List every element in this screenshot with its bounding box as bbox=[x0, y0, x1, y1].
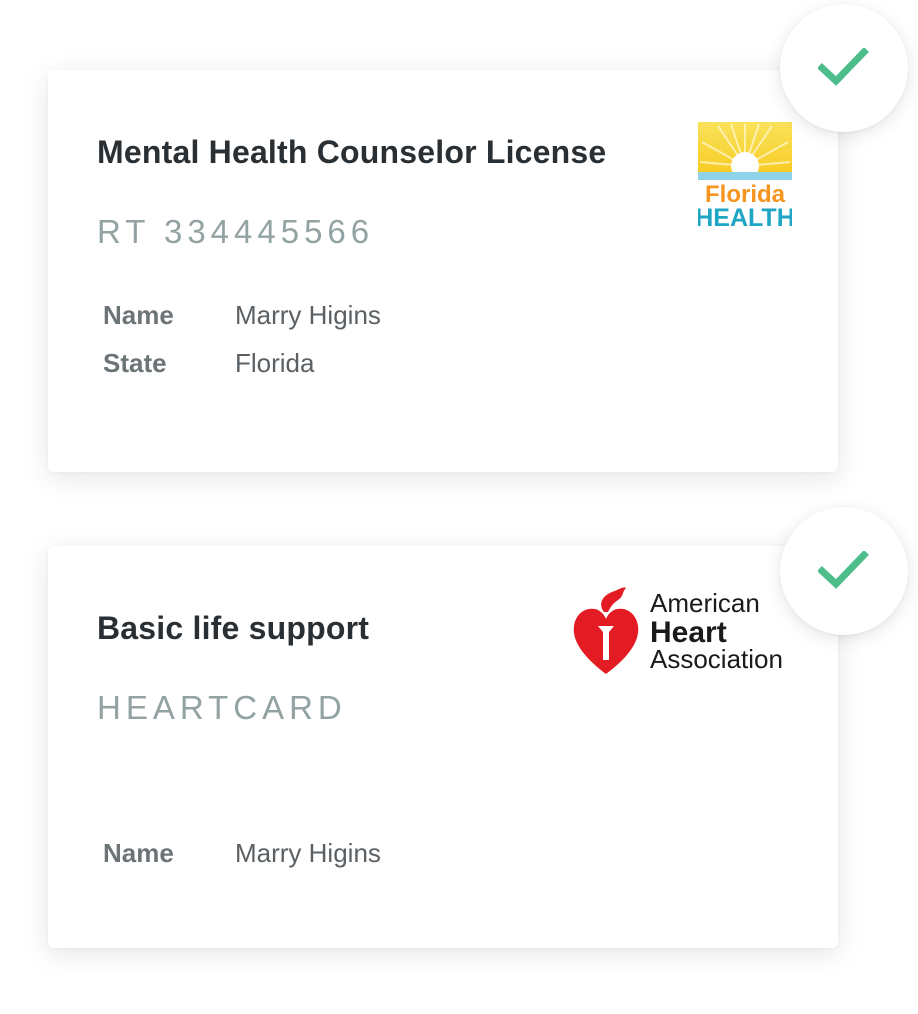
field-value-state: Florida bbox=[235, 348, 315, 378]
health-logo-text: HEALTH bbox=[698, 204, 792, 228]
certification-code: HEARTCARD bbox=[97, 689, 347, 726]
card-title: Mental Health Counselor License bbox=[97, 134, 607, 170]
license-card-mental-health[interactable]: Mental Health Counselor License RT 33444… bbox=[48, 70, 838, 472]
checkmark-icon bbox=[818, 551, 869, 589]
certification-card-bls[interactable]: Basic life support HEARTCARD American He… bbox=[48, 546, 838, 948]
card-title: Basic life support bbox=[97, 610, 370, 646]
verified-badge bbox=[780, 4, 908, 132]
american-heart-association-logo: American Heart Association bbox=[572, 586, 802, 678]
field-label-name: Name bbox=[103, 838, 174, 868]
field-label-name: Name bbox=[103, 300, 174, 330]
license-number: RT 334445566 bbox=[97, 213, 375, 250]
field-value-name: Marry Higins bbox=[235, 300, 381, 330]
checkmark-icon bbox=[818, 48, 869, 86]
field-label-state: State bbox=[103, 348, 167, 378]
field-value-name: Marry Higins bbox=[235, 838, 381, 868]
verified-badge bbox=[780, 507, 908, 635]
aha-text-american: American bbox=[650, 588, 760, 618]
aha-text-association: Association bbox=[650, 644, 783, 674]
florida-health-logo: Florida HEALTH bbox=[695, 122, 795, 232]
